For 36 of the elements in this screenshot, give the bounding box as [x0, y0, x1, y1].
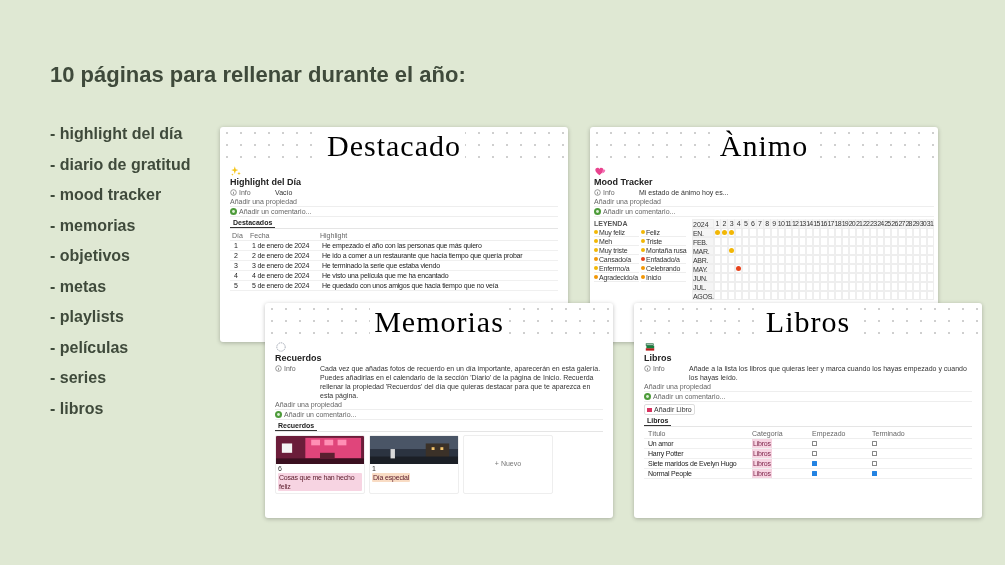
- list-item: - objetivos: [50, 246, 131, 266]
- list-item: - diario de gratitud: [50, 154, 191, 175]
- page-title: Highlight del Día: [230, 177, 302, 188]
- info-icon: [644, 365, 651, 372]
- page-title: Mood Tracker: [594, 177, 654, 188]
- list-item: - películas: [50, 337, 130, 358]
- checkbox[interactable]: [872, 451, 877, 456]
- list-item: - metas: [50, 276, 108, 297]
- checkbox[interactable]: [872, 441, 877, 446]
- book-icon: [647, 407, 652, 412]
- books-icon: [644, 341, 656, 353]
- page-title: Libros: [644, 353, 673, 364]
- avatar-icon: [644, 393, 651, 400]
- checkbox[interactable]: [812, 471, 817, 476]
- wreath-icon: [275, 341, 287, 353]
- info-icon: [594, 189, 601, 196]
- list-item: - libros: [50, 398, 105, 419]
- checkbox[interactable]: [872, 471, 877, 476]
- avatar-icon: [275, 411, 282, 418]
- heart-icon: [594, 165, 606, 177]
- list-item: - playlists: [50, 307, 125, 327]
- info-icon: [275, 365, 282, 372]
- checkbox[interactable]: [812, 451, 817, 456]
- checkbox[interactable]: [812, 441, 817, 446]
- checkbox[interactable]: [872, 461, 877, 466]
- avatar-icon: [230, 208, 237, 215]
- info-icon: [230, 189, 237, 196]
- sparkles-icon: [230, 165, 242, 177]
- avatar-icon: [594, 208, 601, 215]
- list-item: - mood tracker: [50, 185, 163, 205]
- list-item: - highlight del día: [50, 124, 184, 144]
- list-item: - series: [50, 368, 108, 388]
- checkbox[interactable]: [812, 461, 817, 466]
- list-item: - memorias: [50, 215, 137, 236]
- heading: 10 páginas para rellenar durante el año:: [50, 61, 466, 89]
- page-title: Recuerdos: [275, 353, 323, 364]
